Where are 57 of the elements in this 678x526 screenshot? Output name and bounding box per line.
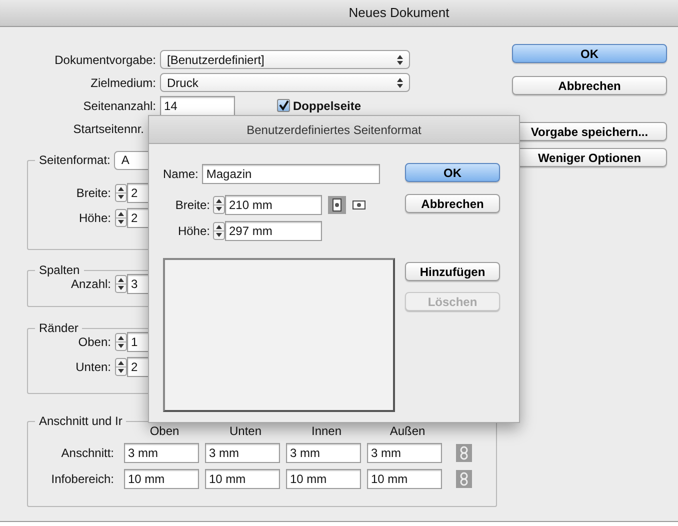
field-label: Dokumentvorgabe:: [54, 52, 157, 68]
field-label: Breite:: [174, 197, 211, 214]
dialog-button[interactable]: OK: [405, 163, 500, 182]
input-field[interactable]: 3 mm: [205, 443, 280, 463]
portrait-page-icon[interactable]: [328, 196, 346, 214]
group-label: Seitenformat:: [39, 152, 112, 169]
field-label: Oben:: [77, 334, 112, 350]
checkbox-label: Doppelseite: [293, 98, 362, 114]
input-field[interactable]: 210 mm: [225, 195, 322, 215]
field-label: Breite:: [75, 184, 112, 202]
column-header: Innen: [310, 423, 343, 440]
field-label: Höhe:: [176, 223, 211, 240]
column-header: Außen: [388, 423, 426, 440]
updown-arrows-icon: [397, 54, 403, 64]
input-field[interactable]: 3 mm: [286, 443, 361, 463]
input-field[interactable]: 10 mm: [205, 469, 280, 489]
column-header: Oben: [148, 423, 180, 440]
field-label: Unten:: [74, 358, 112, 376]
stepper-icon[interactable]: [213, 222, 225, 240]
group-title: Anschnitt und Ir: [39, 413, 122, 430]
stepper-icon[interactable]: [115, 358, 127, 376]
select-dropdown[interactable]: Druck: [160, 73, 410, 92]
field-label: Anzahl:: [70, 276, 112, 292]
group-title: Ränder: [39, 320, 78, 337]
field-label: Anschnitt:: [60, 445, 115, 462]
dialog-button[interactable]: Abbrechen: [512, 76, 667, 95]
input-field[interactable]: 14: [160, 96, 235, 116]
checkbox[interactable]: [277, 99, 290, 112]
field-label: Seitenanzahl:: [82, 98, 157, 114]
field-label: Name:: [163, 166, 200, 183]
input-field[interactable]: 3 mm: [124, 443, 199, 463]
updown-arrows-icon: [397, 78, 403, 88]
input-field[interactable]: 297 mm: [225, 221, 322, 241]
input-field[interactable]: 10 mm: [367, 469, 442, 489]
stepper-icon[interactable]: [115, 274, 127, 292]
checkmark-icon: [278, 100, 289, 111]
input-field[interactable]: 3 mm: [367, 443, 442, 463]
select-dropdown[interactable]: [Benutzerdefiniert]: [160, 50, 410, 69]
dialog-button[interactable]: Hinzufügen: [405, 262, 500, 281]
input-field[interactable]: 10 mm: [286, 469, 361, 489]
dialog-button[interactable]: Abbrechen: [405, 194, 500, 213]
input-field[interactable]: 10 mm: [124, 469, 199, 489]
stepper-icon[interactable]: [115, 184, 127, 202]
format-list[interactable]: [163, 258, 395, 412]
column-header: Unten: [228, 423, 263, 440]
field-label: Startseitennr.: [72, 120, 145, 138]
dialog-title: Benutzerdefiniertes Seitenformat: [246, 122, 422, 138]
field-label: Zielmedium:: [90, 74, 157, 92]
stepper-icon[interactable]: [213, 196, 225, 214]
field-label: Höhe:: [78, 210, 112, 226]
dialog-button[interactable]: OK: [512, 44, 667, 63]
input-field[interactable]: Magazin: [202, 164, 380, 184]
window-title: Neues Dokument: [348, 4, 450, 22]
stepper-icon[interactable]: [115, 332, 127, 350]
group-title: Spalten: [39, 262, 80, 279]
field-label: Infobereich:: [50, 471, 115, 488]
stepper-icon[interactable]: [115, 208, 127, 226]
